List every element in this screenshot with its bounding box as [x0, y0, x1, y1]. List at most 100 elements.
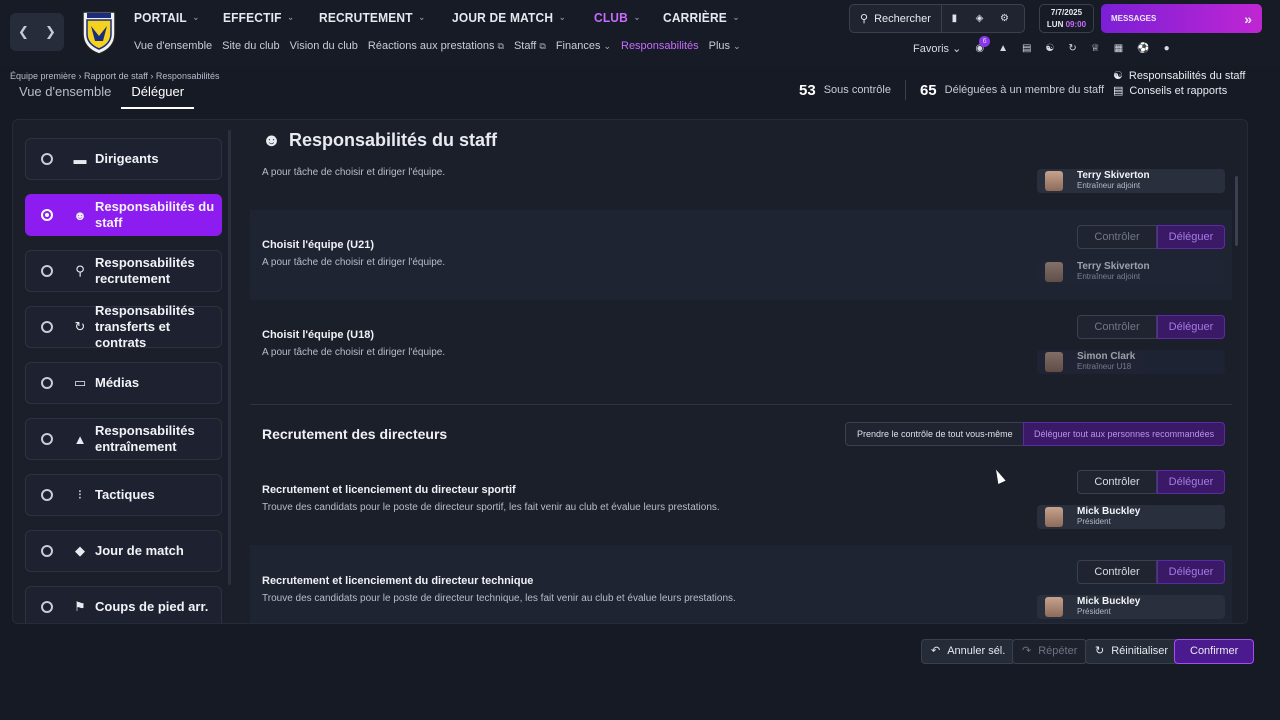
subnav-site-club[interactable]: Site du club — [222, 40, 279, 52]
radio-button[interactable] — [41, 377, 53, 389]
forward-icon[interactable]: ❯ — [37, 13, 64, 51]
control-button[interactable]: Contrôler — [1077, 470, 1157, 494]
redo-button[interactable]: ↷ Répéter — [1012, 639, 1088, 664]
subnav-plus[interactable]: Plus ⌄ — [709, 40, 741, 52]
delegate-all-button[interactable]: Déléguer tout aux personnes recommandées — [1023, 422, 1226, 446]
radio-button[interactable] — [41, 433, 53, 445]
nav-portail[interactable]: PORTAIL ⌄ — [134, 10, 200, 25]
subnav-staff[interactable]: Staff ⧉ — [514, 40, 546, 52]
radio-button[interactable] — [41, 209, 53, 221]
shirt-icon[interactable]: ▲ — [998, 43, 1008, 54]
subnav-vue-ensemble[interactable]: Vue d'ensemble — [134, 40, 212, 52]
refresh-icon[interactable]: ↻ — [1068, 43, 1076, 54]
sidebar-item-transferts[interactable]: ↻ Responsabilités transferts et contrats — [25, 303, 222, 350]
nav-recrutement[interactable]: RECRUTEMENT ⌄ — [319, 10, 425, 25]
radio-button[interactable] — [41, 545, 53, 557]
control-button[interactable]: Contrôler — [1077, 315, 1157, 339]
chevron-down-icon: ⌄ — [733, 41, 741, 51]
undo-button[interactable]: ↶ Annuler sél. — [921, 639, 1016, 664]
people-icon[interactable]: ☯ — [1045, 43, 1054, 54]
notification-badge: 6 — [979, 36, 991, 47]
settings-gear-icon[interactable]: ⚙ — [992, 5, 1017, 32]
sub-nav: Vue d'ensemble Site du club Vision du cl… — [134, 40, 741, 52]
sidebar-item-coups-de-pied[interactable]: ⚑ Coups de pied arr. — [25, 586, 222, 623]
person-chip[interactable]: Mick Buckley Président — [1037, 595, 1225, 619]
game-date[interactable]: 7/7/2025 LUN 09:00 — [1039, 4, 1094, 33]
delegate-button[interactable]: Déléguer — [1157, 470, 1225, 494]
nav-label: RECRUTEMENT — [318, 10, 413, 25]
radio-button[interactable] — [41, 601, 53, 613]
tactics-icon: ⁝ — [77, 487, 83, 502]
subnav-responsabilites[interactable]: Responsabilités — [621, 40, 699, 52]
nav-jour-de-match[interactable]: JOUR DE MATCH ⌄ — [452, 10, 566, 25]
nav-club[interactable]: CLUB ⌄ — [594, 10, 641, 25]
radio-button[interactable] — [41, 153, 53, 165]
row-description: A pour tâche de choisir et diriger l'équ… — [262, 347, 446, 358]
search-button[interactable]: ⚲ Rechercher — [850, 5, 942, 32]
breadcrumb-item[interactable]: Équipe première — [10, 71, 76, 81]
control-button[interactable]: Contrôler — [1077, 225, 1157, 249]
subnav-vision-club[interactable]: Vision du club — [290, 40, 358, 52]
tab-deleguer[interactable]: Déléguer — [121, 84, 195, 109]
messages-button[interactable]: MESSAGES » — [1101, 4, 1262, 33]
person-chip[interactable]: Terry Skiverton Entraîneur adjoint — [1037, 169, 1225, 193]
nav-carriere[interactable]: CARRIÈRE ⌄ — [663, 10, 740, 25]
double-chevron-right-icon: » — [1244, 10, 1252, 27]
person-name: Terry Skiverton — [1077, 261, 1150, 272]
delegate-button[interactable]: Déléguer — [1157, 315, 1225, 339]
coins-icon[interactable]: ● — [1164, 43, 1170, 54]
tv-icon: ▭ — [73, 375, 87, 390]
radio-button[interactable] — [41, 321, 53, 333]
club-crest-logo[interactable] — [79, 6, 119, 56]
subnav-reactions[interactable]: Réactions aux prestations ⧉ — [368, 40, 504, 52]
chat-icon[interactable]: ◉ 6 — [975, 36, 991, 54]
person-chip[interactable]: Simon Clark Entraîneur U18 — [1037, 350, 1225, 374]
sidebar-item-recrutement[interactable]: ⚲ Responsabilités recrutement — [25, 250, 222, 292]
chevron-down-icon: ⌄ — [732, 12, 740, 22]
sidebar-item-label: Responsabilités transferts et contrats — [95, 303, 195, 350]
list-item: Recrutement et licenciement du directeur… — [250, 545, 1232, 623]
sidebar-scrollbar[interactable] — [228, 130, 231, 585]
sidebar-item-entrainement[interactable]: ▲ Responsabilités entraînement — [25, 418, 222, 460]
ball-icon[interactable]: ⚽ — [1137, 43, 1149, 54]
person-name: Simon Clark — [1077, 351, 1136, 362]
confirm-button[interactable]: Confirmer — [1174, 639, 1255, 664]
person-chip[interactable]: Mick Buckley Président — [1037, 505, 1225, 529]
sidebar-item-tactiques[interactable]: ⁝ Tactiques — [25, 474, 222, 516]
tab-vue-ensemble[interactable]: Vue d'ensemble — [19, 84, 111, 109]
radio-button[interactable] — [41, 265, 53, 277]
take-all-control-button[interactable]: Prendre le contrôle de tout vous-même — [845, 422, 1025, 446]
content-scrollbar[interactable] — [1235, 176, 1238, 246]
breadcrumb-item[interactable]: Rapport de staff — [84, 71, 148, 81]
sidebar-item-jour-de-match[interactable]: ◆ Jour de match — [25, 530, 222, 572]
favorites-dropdown[interactable]: Favoris ⌄ — [913, 42, 961, 55]
sidebar-item-medias[interactable]: ▭ Médias — [25, 362, 222, 404]
sidebar-item-dirigeants[interactable]: ▬ Dirigeants — [25, 138, 222, 180]
reset-button[interactable]: ↻ Réinitialiser — [1085, 639, 1179, 664]
transfer-icon: ↻ — [74, 319, 86, 334]
calendar-icon[interactable]: ▦ — [1114, 43, 1123, 54]
advice-reports-link[interactable]: ▤ Conseils et rapports — [1113, 83, 1253, 98]
control-button[interactable]: Contrôler — [1077, 560, 1157, 584]
delegate-button[interactable]: Déléguer — [1157, 560, 1225, 584]
favorites-bar: Favoris ⌄ ◉ 6 ▲ ▤ ☯ ↻ ♕ ▦ ⚽ ● — [913, 36, 1170, 55]
delegated-count: 65 — [919, 81, 937, 99]
button-label: Annuler sél. — [947, 645, 1006, 657]
trophy-icon[interactable]: ♕ — [1091, 43, 1100, 54]
staff-responsibilities-link[interactable]: ☯ Responsabilités du staff — [1113, 68, 1253, 83]
back-icon[interactable]: ❮ — [10, 13, 37, 51]
nav-effectif[interactable]: EFFECTIF ⌄ — [223, 10, 294, 25]
club-icon[interactable]: ◈ — [967, 5, 992, 32]
top-bar: ❮ ❯ PORTAIL ⌄ EFFECTIF ⌄ RECRUTEMENT ⌄ JOUR… — [0, 0, 1280, 66]
nav-label: PORTAIL — [134, 10, 187, 25]
radio-button[interactable] — [41, 489, 53, 501]
delegate-button[interactable]: Déléguer — [1157, 225, 1225, 249]
clipboard-icon[interactable]: ▤ — [1022, 43, 1031, 54]
sidebar-item-staff[interactable]: ☻ Responsabilités du staff — [25, 194, 222, 236]
subnav-finances[interactable]: Finances ⌄ — [556, 40, 611, 52]
chevron-down-icon: ⌄ — [192, 12, 200, 22]
button-label: Répéter — [1038, 645, 1078, 657]
bookmark-icon[interactable]: ▮ — [942, 5, 967, 32]
person-info: Terry Skiverton Entraîneur adjoint — [1077, 171, 1150, 191]
person-chip[interactable]: Terry Skiverton Entraîneur adjoint — [1037, 260, 1225, 284]
